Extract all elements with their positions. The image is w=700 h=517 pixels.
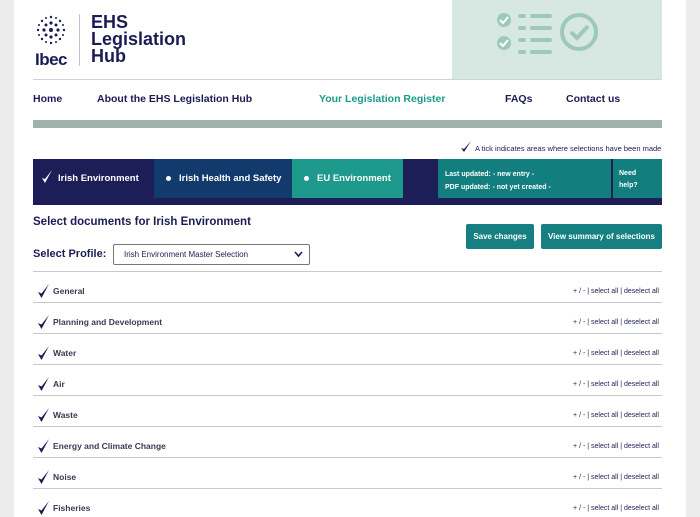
select-all-link[interactable]: select all bbox=[591, 288, 618, 295]
category-row[interactable]: Noise + / - | select all | deselect all bbox=[33, 457, 662, 488]
pdf-updated-text: PDF updated: - not yet created - bbox=[445, 184, 551, 191]
category-label[interactable]: Air bbox=[53, 379, 65, 389]
nav-faqs[interactable]: FAQs bbox=[505, 93, 532, 105]
row-actions: + / - | select all | deselect all bbox=[573, 443, 659, 450]
tick-icon bbox=[37, 376, 50, 397]
expand-toggle[interactable]: + / - bbox=[573, 288, 587, 295]
category-row[interactable]: General + / - | select all | deselect al… bbox=[33, 271, 662, 302]
view-summary-button[interactable]: View summary of selections bbox=[541, 224, 662, 249]
category-row[interactable]: Fisheries + / - | select all | deselect … bbox=[33, 488, 662, 517]
chevron-down-icon bbox=[294, 251, 303, 260]
logo-divider bbox=[79, 14, 80, 66]
expand-toggle[interactable]: + / - bbox=[573, 319, 587, 326]
deselect-all-link[interactable]: deselect all bbox=[624, 288, 659, 295]
nav-contact[interactable]: Contact us bbox=[566, 93, 620, 105]
category-row[interactable]: Air + / - | select all | deselect all bbox=[33, 364, 662, 395]
ibec-logo[interactable]: Ibec bbox=[33, 14, 93, 69]
deselect-all-link[interactable]: deselect all bbox=[624, 443, 659, 450]
profile-select-value: Irish Environment Master Selection bbox=[124, 250, 249, 259]
select-all-link[interactable]: select all bbox=[591, 505, 618, 512]
tick-icon bbox=[41, 169, 53, 188]
profile-label: Select Profile: bbox=[33, 248, 107, 260]
select-all-link[interactable]: select all bbox=[591, 319, 618, 326]
category-label[interactable]: Water bbox=[53, 348, 76, 358]
expand-toggle[interactable]: + / - bbox=[573, 505, 587, 512]
expand-toggle[interactable]: + / - bbox=[573, 443, 587, 450]
tick-legend-text: A tick indicates areas where selections … bbox=[475, 144, 662, 153]
expand-toggle[interactable]: + / - bbox=[573, 412, 587, 419]
help-text: help? bbox=[619, 182, 638, 189]
deselect-all-link[interactable]: deselect all bbox=[624, 350, 659, 357]
bullet-icon bbox=[304, 176, 309, 181]
ibec-logo-icon bbox=[36, 15, 66, 45]
deselect-all-link[interactable]: deselect all bbox=[624, 319, 659, 326]
hero-banner bbox=[452, 0, 662, 79]
section-title: Select documents for Irish Environment bbox=[33, 216, 251, 228]
hub-title: EHS Legislation Hub bbox=[91, 13, 201, 66]
select-all-link[interactable]: select all bbox=[591, 412, 618, 419]
category-label[interactable]: Noise bbox=[53, 472, 76, 482]
tab-label: Irish Health and Safety bbox=[179, 173, 282, 184]
select-all-link[interactable]: select all bbox=[591, 474, 618, 481]
category-label[interactable]: Fisheries bbox=[53, 503, 90, 513]
update-status-panel: Last updated: - new entry - PDF updated:… bbox=[438, 159, 611, 198]
nav-register[interactable]: Your Legislation Register bbox=[319, 93, 445, 105]
tab-eu-environment[interactable]: EU Environment bbox=[292, 159, 403, 198]
category-row[interactable]: Water + / - | select all | deselect all bbox=[33, 333, 662, 364]
row-actions: + / - | select all | deselect all bbox=[573, 505, 659, 512]
tick-icon bbox=[37, 283, 50, 304]
tick-icon bbox=[37, 469, 50, 490]
tab-irish-health-safety[interactable]: Irish Health and Safety bbox=[154, 159, 292, 198]
nav-about[interactable]: About the EHS Legislation Hub bbox=[97, 93, 252, 105]
tick-icon bbox=[37, 500, 50, 517]
profile-select[interactable]: Irish Environment Master Selection bbox=[113, 244, 310, 265]
category-row[interactable]: Energy and Climate Change + / - | select… bbox=[33, 426, 662, 457]
bullet-icon bbox=[166, 176, 171, 181]
page: Ibec EHS Legislation Hub Home About the … bbox=[14, 0, 686, 517]
nav-underline-bar bbox=[33, 120, 662, 128]
row-actions: + / - | select all | deselect all bbox=[573, 412, 659, 419]
tab-label: Irish Environment bbox=[58, 173, 139, 184]
tick-icon bbox=[37, 314, 50, 335]
deselect-all-link[interactable]: deselect all bbox=[624, 474, 659, 481]
hub-title-line: Hub bbox=[91, 46, 126, 66]
category-row[interactable]: Waste + / - | select all | deselect all bbox=[33, 395, 662, 426]
category-label[interactable]: Energy and Climate Change bbox=[53, 441, 166, 451]
tick-icon bbox=[37, 345, 50, 366]
category-label[interactable]: General bbox=[53, 286, 85, 296]
tick-icon bbox=[37, 407, 50, 428]
tick-legend: A tick indicates areas where selections … bbox=[460, 140, 664, 156]
select-all-link[interactable]: select all bbox=[591, 350, 618, 357]
deselect-all-link[interactable]: deselect all bbox=[624, 381, 659, 388]
row-actions: + / - | select all | deselect all bbox=[573, 288, 659, 295]
help-text: Need bbox=[619, 170, 637, 177]
main-nav: Home About the EHS Legislation Hub Your … bbox=[33, 93, 662, 109]
category-label[interactable]: Waste bbox=[53, 410, 78, 420]
save-changes-button[interactable]: Save changes bbox=[466, 224, 534, 249]
deselect-all-link[interactable]: deselect all bbox=[624, 412, 659, 419]
select-all-link[interactable]: select all bbox=[591, 443, 618, 450]
select-all-link[interactable]: select all bbox=[591, 381, 618, 388]
row-actions: + / - | select all | deselect all bbox=[573, 350, 659, 357]
header-divider bbox=[33, 79, 662, 80]
last-updated-text: Last updated: - new entry - bbox=[445, 171, 535, 178]
need-help-link[interactable]: Need help? bbox=[613, 159, 662, 198]
row-actions: + / - | select all | deselect all bbox=[573, 474, 659, 481]
tab-irish-environment[interactable]: Irish Environment bbox=[33, 159, 154, 198]
tick-icon bbox=[460, 140, 472, 156]
nav-home[interactable]: Home bbox=[33, 93, 62, 105]
checklist-icon bbox=[497, 13, 598, 54]
tab-label: EU Environment bbox=[317, 173, 391, 184]
deselect-all-link[interactable]: deselect all bbox=[624, 505, 659, 512]
category-label[interactable]: Planning and Development bbox=[53, 317, 162, 327]
expand-toggle[interactable]: + / - bbox=[573, 350, 587, 357]
row-actions: + / - | select all | deselect all bbox=[573, 381, 659, 388]
expand-toggle[interactable]: + / - bbox=[573, 381, 587, 388]
logo-text: Ibec bbox=[35, 50, 68, 69]
row-actions: + / - | select all | deselect all bbox=[573, 319, 659, 326]
tick-icon bbox=[37, 438, 50, 459]
category-row[interactable]: Planning and Development + / - | select … bbox=[33, 302, 662, 333]
expand-toggle[interactable]: + / - bbox=[573, 474, 587, 481]
